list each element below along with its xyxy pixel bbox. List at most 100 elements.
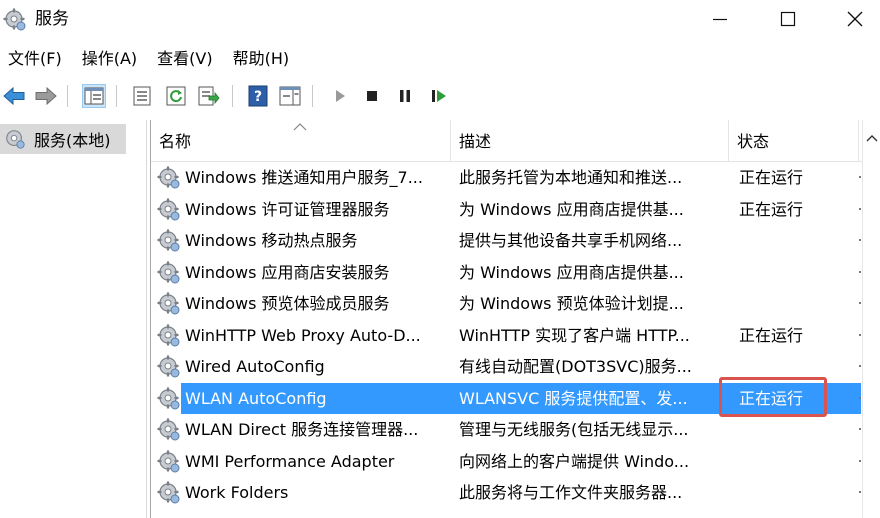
close-button[interactable]	[825, 0, 880, 38]
service-description: 为 Windows 预览体验计划提...	[459, 294, 684, 313]
service-status	[739, 477, 859, 508]
help-icon: ?	[248, 85, 268, 107]
properties-button[interactable]	[130, 84, 154, 108]
help-button[interactable]: ?	[246, 84, 270, 108]
startup-type-cell	[859, 365, 861, 367]
sort-ascending-icon	[293, 123, 307, 131]
gear-icon	[157, 260, 180, 283]
back-arrow-icon	[3, 86, 25, 106]
table-row[interactable]: WMI Performance Adapter 向网络上的客户端提供 Windo.…	[151, 446, 861, 477]
table-row[interactable]: Windows 应用商店安装服务 为 Windows 应用商店提供基...	[151, 257, 861, 288]
chevron-up-icon	[866, 135, 878, 142]
service-description: 管理与无线服务(包括无线显示...	[459, 420, 689, 439]
minimize-button[interactable]	[690, 0, 750, 38]
column-label: 状态	[737, 132, 770, 151]
service-description: 为 Windows 应用商店提供基...	[459, 199, 684, 219]
properties-icon	[133, 86, 151, 106]
service-name: WLAN AutoConfig	[185, 388, 327, 408]
column-header-status[interactable]: 状态	[729, 120, 859, 162]
pause-service-button[interactable]	[393, 84, 417, 108]
service-status	[739, 225, 859, 256]
service-description: 此服务将与工作文件夹服务器...	[459, 483, 683, 502]
service-name: Wired AutoConfig	[185, 357, 325, 376]
toolbar-separator	[116, 85, 117, 107]
service-status: 正在运行	[739, 325, 804, 345]
services-list: 名称 描述 状态 Windows 推送通知用户服务_7... 此服务托管为本地通知…	[150, 120, 880, 518]
service-name: WMI Performance Adapter	[185, 451, 395, 471]
table-row[interactable]: WinHTTP Web Proxy Auto-D... WinHTTP 实现了客户…	[151, 320, 861, 351]
vertical-scrollbar[interactable]	[862, 120, 880, 518]
gear-icon	[157, 229, 180, 252]
gear-icon	[157, 355, 180, 378]
column-header-name[interactable]: 名称	[151, 120, 451, 162]
startup-type-cell	[859, 459, 861, 462]
startup-type-cell	[859, 491, 861, 493]
gear-icon	[6, 130, 25, 149]
stop-service-button[interactable]	[360, 84, 384, 108]
pause-service-icon	[400, 90, 410, 102]
startup-type-cell	[859, 428, 861, 430]
gear-icon	[157, 166, 180, 189]
service-status	[739, 288, 859, 319]
table-row[interactable]: Windows 推送通知用户服务_7... 此服务托管为本地通知和推送... 正在运…	[151, 162, 861, 193]
window-title: 服务	[35, 9, 69, 29]
export-list-button[interactable]	[197, 84, 221, 108]
table-row[interactable]: Work Folders 此服务将与工作文件夹服务器...	[151, 477, 861, 508]
close-icon	[847, 11, 863, 27]
menu-action[interactable]: 操作(A)	[72, 45, 147, 73]
service-description: 此服务托管为本地通知和推送...	[459, 168, 683, 187]
back-button[interactable]	[2, 84, 26, 108]
table-row[interactable]: Windows 许可证管理器服务 为 Windows 应用商店提供基... 正在运行	[151, 194, 861, 225]
menu-bar: 文件(F) 操作(A) 查看(V) 帮助(H)	[0, 45, 880, 73]
gear-icon	[157, 481, 180, 504]
gear-icon	[157, 386, 180, 409]
gear-icon	[157, 449, 180, 472]
console-tree-button[interactable]	[82, 84, 106, 108]
restart-service-button[interactable]	[427, 84, 451, 108]
startup-type-cell	[859, 396, 861, 399]
refresh-button[interactable]	[164, 84, 188, 108]
toolbar: ?	[0, 79, 880, 113]
show-hide-console-tree-icon	[84, 87, 104, 105]
menu-view[interactable]: 查看(V)	[147, 45, 222, 73]
startup-type-cell	[859, 333, 861, 336]
gear-icon	[157, 323, 180, 346]
table-row[interactable]: Windows 移动热点服务 提供与其他设备共享手机网络...	[151, 225, 861, 256]
forward-button[interactable]	[34, 84, 58, 108]
table-row[interactable]: WLAN Direct 服务连接管理器... 管理与无线服务(包括无线显示...	[151, 414, 861, 445]
gear-icon	[157, 197, 180, 220]
service-status: 正在运行	[739, 168, 804, 187]
service-name: Windows 预览体验成员服务	[185, 294, 390, 313]
start-service-button[interactable]	[328, 84, 352, 108]
service-name: Windows 应用商店安装服务	[185, 262, 390, 282]
service-description: WLANSVC 服务提供配置、发...	[459, 388, 688, 408]
startup-type-cell	[859, 302, 861, 304]
menu-help[interactable]: 帮助(H)	[223, 45, 300, 73]
column-header-description[interactable]: 描述	[451, 120, 729, 162]
list-header: 名称 描述 状态	[151, 120, 880, 162]
scroll-up-button[interactable]	[863, 130, 880, 146]
maximize-button[interactable]	[758, 0, 818, 38]
refresh-icon	[166, 86, 186, 106]
export-list-icon	[198, 86, 220, 106]
startup-type-cell	[859, 176, 861, 178]
svg-text:?: ?	[254, 89, 262, 105]
service-status	[739, 446, 859, 477]
gear-icon	[157, 292, 180, 315]
title-bar: 服务	[0, 0, 880, 38]
service-name: Work Folders	[185, 483, 289, 502]
gear-icon	[3, 8, 26, 31]
table-row[interactable]: Windows 预览体验成员服务 为 Windows 预览体验计划提...	[151, 288, 861, 319]
service-name: Windows 移动热点服务	[185, 231, 358, 250]
startup-type-cell	[859, 207, 861, 210]
restart-service-icon	[432, 90, 446, 102]
action-pane-button[interactable]	[278, 84, 302, 108]
toolbar-separator	[312, 85, 313, 107]
tree-item-services-local[interactable]: 服务(本地)	[0, 124, 126, 154]
forward-arrow-icon	[35, 86, 57, 106]
menu-file[interactable]: 文件(F)	[0, 45, 72, 73]
startup-type-cell	[859, 270, 861, 273]
service-name: Windows 许可证管理器服务	[185, 199, 390, 219]
service-name: Windows 推送通知用户服务_7...	[185, 168, 423, 187]
start-service-icon	[336, 90, 345, 102]
